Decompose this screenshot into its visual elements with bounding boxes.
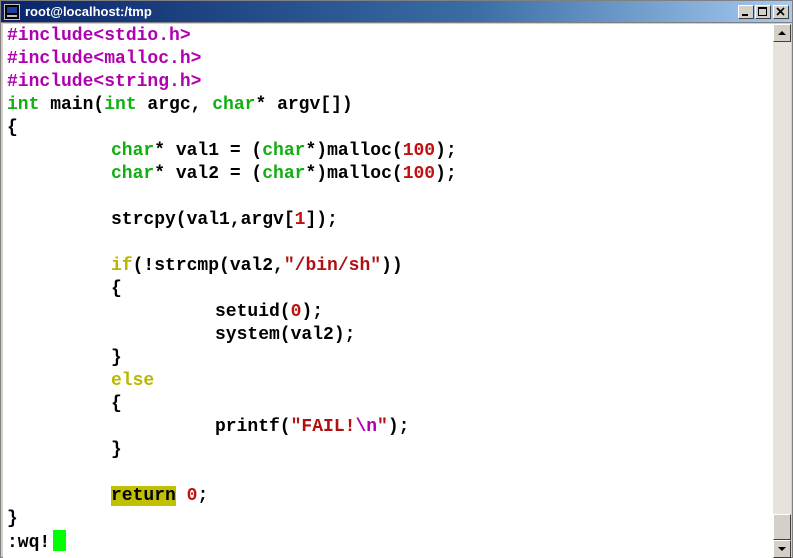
minimize-button[interactable] (738, 5, 754, 19)
title-bar[interactable]: root@localhost:/tmp (1, 1, 792, 23)
code-line: #include<malloc.h> (7, 49, 201, 72)
terminal-icon[interactable] (4, 4, 20, 20)
minimize-icon (742, 14, 748, 16)
scroll-down-button[interactable] (773, 540, 791, 558)
vertical-scrollbar[interactable] (773, 24, 791, 558)
code-token: *)malloc( (305, 164, 403, 184)
code-token: *)malloc( (305, 141, 403, 161)
code-token: * argv[]) (255, 95, 353, 115)
code-token: 1 (294, 210, 306, 230)
code-line: return 0; (7, 486, 208, 509)
code-line: { (7, 279, 122, 302)
code-token: #include<stdio.h> (7, 26, 191, 46)
code-token: else (111, 371, 155, 391)
code-token: #include<string.h> (7, 72, 202, 92)
code-token: "FAIL! (290, 417, 356, 437)
code-token: char (111, 164, 155, 184)
code-token: ; (197, 486, 209, 506)
code-line: if(!strcmp(val2,"/bin/sh")) (7, 256, 403, 279)
code-token: * val2 = ( (154, 164, 263, 184)
code-line: char* val2 = (char*)malloc(100); (7, 164, 457, 187)
code-token: 100 (402, 141, 436, 161)
code-token: } (7, 509, 18, 529)
search-highlight: return (111, 486, 176, 506)
text-cursor (53, 530, 67, 551)
arrow-down-icon (778, 547, 786, 551)
code-token: int (7, 95, 40, 115)
code-line: #include<stdio.h> (7, 26, 191, 49)
code-line: } (7, 348, 122, 371)
code-token: } (111, 440, 122, 460)
code-token: ); (301, 302, 324, 322)
code-token: char (212, 95, 256, 115)
code-token: #include<malloc.h> (7, 49, 202, 69)
command-text: :wq! (7, 533, 51, 553)
close-button[interactable] (773, 5, 789, 19)
code-line: } (7, 440, 122, 463)
code-token: strcpy(val1,argv[ (111, 210, 295, 230)
code-line: } (7, 509, 18, 532)
maximize-button[interactable] (755, 5, 771, 19)
code-token: (!strcmp(val2, (132, 256, 284, 276)
code-token: * val1 = ( (154, 141, 263, 161)
code-line: { (7, 118, 18, 141)
code-token: argc, (136, 95, 213, 115)
vim-command-line[interactable]: :wq! (7, 530, 67, 553)
code-line: strcpy(val1,argv[1]); (7, 210, 338, 233)
code-token: } (111, 348, 122, 368)
code-token: "/bin/sh" (283, 256, 382, 276)
code-line: setuid(0); (7, 302, 323, 325)
code-token: " (377, 417, 388, 437)
code-token: { (111, 279, 122, 299)
code-token: 0 (186, 486, 198, 506)
terminal-content[interactable]: #include<stdio.h> #include<malloc.h> #incl… (3, 24, 773, 558)
code-line: system(val2); (7, 325, 355, 348)
close-icon (776, 7, 785, 16)
code-token: { (111, 394, 122, 414)
scroll-up-button[interactable] (773, 24, 791, 42)
code-token: 100 (402, 164, 436, 184)
code-line: else (7, 371, 154, 394)
code-token: ); (435, 164, 457, 184)
code-token: \n (355, 417, 378, 437)
window-title: root@localhost:/tmp (25, 4, 152, 19)
maximize-icon (758, 7, 767, 16)
code-token: char (262, 141, 306, 161)
arrow-up-icon (778, 31, 786, 35)
code-token: 0 (290, 302, 302, 322)
code-token: setuid( (215, 302, 291, 322)
code-token: ); (387, 417, 410, 437)
code-token: ]); (305, 210, 338, 230)
code-token: ); (435, 141, 457, 161)
code-line: char* val1 = (char*)malloc(100); (7, 141, 457, 164)
code-token: char (111, 141, 155, 161)
code-token: printf( (215, 417, 291, 437)
code-token: main( (39, 95, 105, 115)
code-token: { (7, 118, 18, 138)
code-token: if (111, 256, 133, 276)
code-line: printf("FAIL!\n"); (7, 417, 409, 440)
code-token: int (104, 95, 137, 115)
code-token: system(val2); (215, 325, 356, 345)
code-line: int main(int argc, char* argv[]) (7, 95, 353, 118)
terminal-window: root@localhost:/tmp #include<stdio.h> #in… (0, 0, 793, 558)
code-token: )) (381, 256, 403, 276)
code-line: { (7, 394, 122, 417)
code-token: char (262, 164, 306, 184)
code-line: #include<string.h> (7, 72, 201, 95)
scroll-thumb[interactable] (773, 514, 791, 540)
